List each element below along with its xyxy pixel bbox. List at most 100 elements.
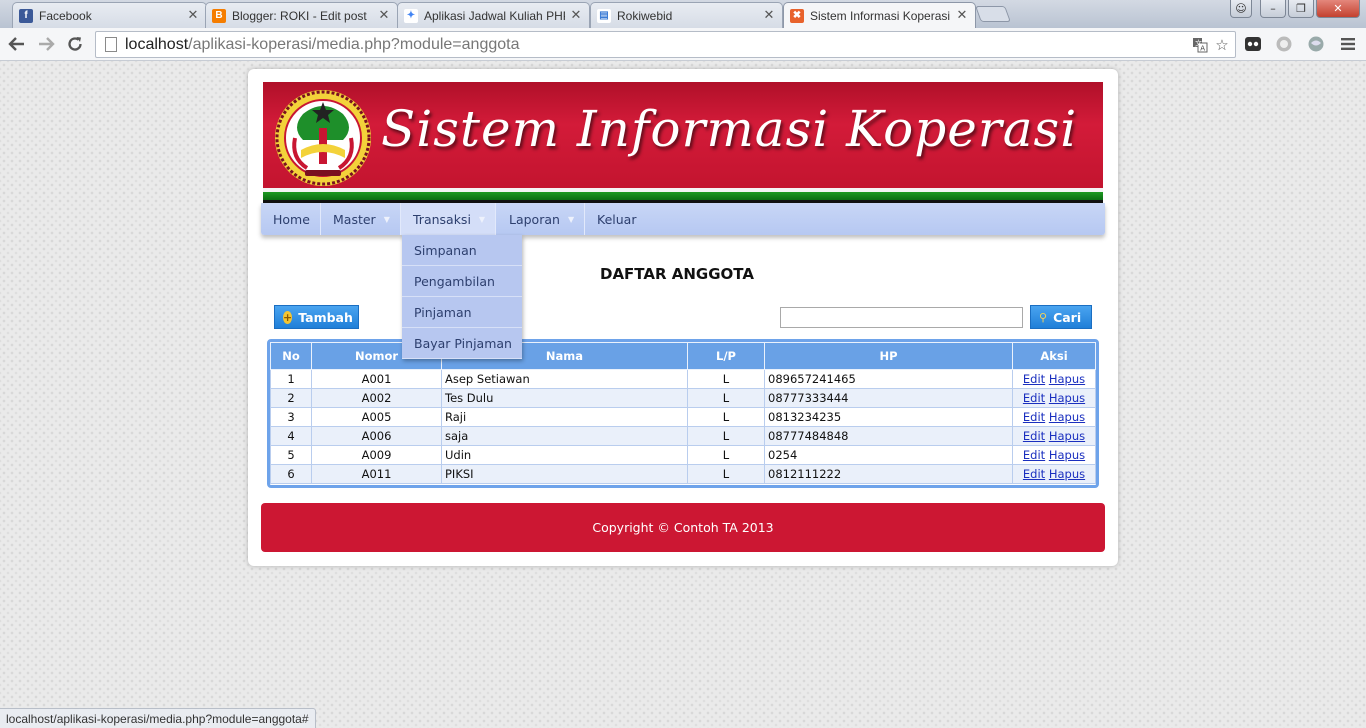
search-button[interactable]: ⚲ Cari	[1030, 305, 1092, 329]
delete-link[interactable]: Hapus	[1049, 410, 1085, 424]
browser-toolbar: localhost/aplikasi-koperasi/media.php?mo…	[0, 28, 1366, 61]
new-tab-button[interactable]	[975, 6, 1011, 22]
close-window-button[interactable]: ✕	[1316, 0, 1360, 18]
close-icon[interactable]: ✕	[955, 8, 969, 23]
plus-circle-icon: +	[283, 310, 293, 324]
close-icon[interactable]: ✕	[377, 8, 391, 23]
cell-lp: L	[687, 464, 765, 484]
back-icon[interactable]	[4, 32, 30, 56]
edit-link[interactable]: Edit	[1023, 372, 1045, 386]
dropdown-item-pengambilan[interactable]: Pengambilan	[402, 266, 522, 297]
edit-link[interactable]: Edit	[1023, 391, 1045, 405]
maximize-button[interactable]: ❐	[1288, 0, 1314, 18]
search-input[interactable]	[780, 307, 1023, 328]
menu-label: Home	[273, 211, 310, 227]
delete-link[interactable]: Hapus	[1049, 448, 1085, 462]
extension-icon[interactable]	[1242, 33, 1264, 55]
menu-transaksi[interactable]: Transaksi ▼	[401, 203, 496, 235]
table-row: 2 A002 Tes Dulu L 08777333444 Edit Hapus	[270, 388, 1096, 408]
menu-icon[interactable]	[1337, 33, 1359, 55]
close-icon[interactable]: ✕	[762, 8, 776, 23]
chevron-down-icon: ▼	[383, 214, 390, 224]
cell-lp: L	[687, 407, 765, 427]
minimize-button[interactable]: –	[1260, 0, 1286, 18]
page-icon	[105, 37, 117, 52]
tab-title: Facebook	[39, 8, 92, 23]
close-icon[interactable]: ✕	[186, 8, 200, 23]
address-bar[interactable]: localhost/aplikasi-koperasi/media.php?mo…	[95, 31, 1236, 58]
table-row: 1 A001 Asep Setiawan L 089657241465 Edit…	[270, 369, 1096, 389]
tab-title: Rokiwebid	[617, 8, 673, 23]
cell-no: 5	[270, 445, 312, 465]
url-host: localhost	[125, 35, 189, 53]
cell-nomor: A011	[311, 464, 442, 484]
cell-hp: 08777484848	[764, 426, 1013, 446]
menu-label: Transaksi	[413, 211, 471, 227]
menu-master[interactable]: Master ▼	[321, 203, 401, 235]
tab-title: Blogger: ROKI - Edit post	[232, 8, 367, 23]
add-member-button[interactable]: + Tambah	[274, 305, 359, 329]
chevron-down-icon: ▼	[567, 214, 575, 224]
cell-nomor: A001	[311, 369, 442, 389]
cell-no: 3	[270, 407, 312, 427]
menu-keluar[interactable]: Keluar	[585, 203, 649, 235]
dropdown-item-bayar-pinjaman[interactable]: Bayar Pinjaman	[402, 328, 522, 359]
cell-nama: Udin	[441, 445, 688, 465]
edit-link[interactable]: Edit	[1023, 429, 1045, 443]
tab-rokiwebid[interactable]: ▤ Rokiwebid ✕	[590, 2, 783, 28]
status-url: localhost/aplikasi-koperasi/media.php?mo…	[6, 711, 309, 726]
status-bar: localhost/aplikasi-koperasi/media.php?mo…	[0, 708, 316, 728]
menu-label: Keluar	[597, 211, 637, 227]
delete-link[interactable]: Hapus	[1049, 391, 1085, 405]
cell-aksi: Edit Hapus	[1012, 388, 1096, 408]
site-banner: Sistem Informasi Koperasi	[263, 82, 1103, 203]
translate-icon[interactable]: 文A	[1190, 35, 1210, 55]
edit-link[interactable]: Edit	[1023, 448, 1045, 462]
cell-no: 6	[270, 464, 312, 484]
forward-icon[interactable]	[33, 32, 59, 56]
window-controls: ☺ – ❐ ✕	[1230, 0, 1360, 18]
page-viewport: Sistem Informasi Koperasi Home Master ▼ …	[0, 61, 1366, 728]
cell-no: 4	[270, 426, 312, 446]
edit-link[interactable]: Edit	[1023, 467, 1045, 481]
tab-title: Aplikasi Jadwal Kuliah PHP	[424, 8, 565, 23]
cell-nomor: A009	[311, 445, 442, 465]
close-icon[interactable]: ✕	[569, 8, 583, 23]
button-label: Tambah	[298, 309, 353, 325]
menu-laporan[interactable]: Laporan ▼	[497, 203, 585, 235]
cell-nama: saja	[441, 426, 688, 446]
reload-icon[interactable]	[62, 32, 88, 56]
delete-link[interactable]: Hapus	[1049, 372, 1085, 386]
transaksi-dropdown: Simpanan Pengambilan Pinjaman Bayar Pinj…	[402, 235, 522, 359]
tab-blogger[interactable]: B Blogger: ROKI - Edit post ✕	[205, 2, 398, 28]
edit-link[interactable]: Edit	[1023, 410, 1045, 424]
dropdown-item-pinjaman[interactable]: Pinjaman	[402, 297, 522, 328]
cell-hp: 0812111222	[764, 464, 1013, 484]
star-icon[interactable]: ☆	[1212, 35, 1232, 55]
cell-aksi: Edit Hapus	[1012, 464, 1096, 484]
delete-link[interactable]: Hapus	[1049, 429, 1085, 443]
url-path: /aplikasi-koperasi/media.php?module=angg…	[188, 35, 520, 53]
tab-aplikasi-jadwal[interactable]: ✦ Aplikasi Jadwal Kuliah PHP ✕	[397, 2, 590, 28]
tab-sistem-informasi-koperasi[interactable]: ✖ Sistem Informasi Koperasi ✕	[783, 2, 976, 28]
menu-label: Laporan	[509, 211, 560, 227]
extension-icon[interactable]	[1273, 33, 1295, 55]
cell-nama: Asep Setiawan	[441, 369, 688, 389]
delete-link[interactable]: Hapus	[1049, 467, 1085, 481]
table-row: 6 A011 PIKSI L 0812111222 Edit Hapus	[270, 464, 1096, 484]
tab-facebook[interactable]: f Facebook ✕	[12, 2, 207, 28]
cell-nama: Raji	[441, 407, 688, 427]
dropdown-item-simpanan[interactable]: Simpanan	[402, 235, 522, 266]
main-menu: Home Master ▼ Transaksi ▼ Laporan ▼ Kelu…	[261, 203, 1105, 235]
table-row: 4 A006 saja L 08777484848 Edit Hapus	[270, 426, 1096, 446]
user-icon[interactable]: ☺	[1230, 0, 1252, 18]
column-header-hp: HP	[764, 342, 1013, 370]
cell-aksi: Edit Hapus	[1012, 426, 1096, 446]
member-table-frame: No Nomor Nama L/P HP Aksi 1 A001 Asep Se…	[267, 339, 1099, 488]
button-label: Cari	[1053, 309, 1082, 325]
extension-icon[interactable]	[1305, 33, 1327, 55]
menu-home[interactable]: Home	[261, 203, 321, 235]
menu-label: Master	[333, 211, 376, 227]
cell-hp: 0813234235	[764, 407, 1013, 427]
table-row: 3 A005 Raji L 0813234235 Edit Hapus	[270, 407, 1096, 427]
